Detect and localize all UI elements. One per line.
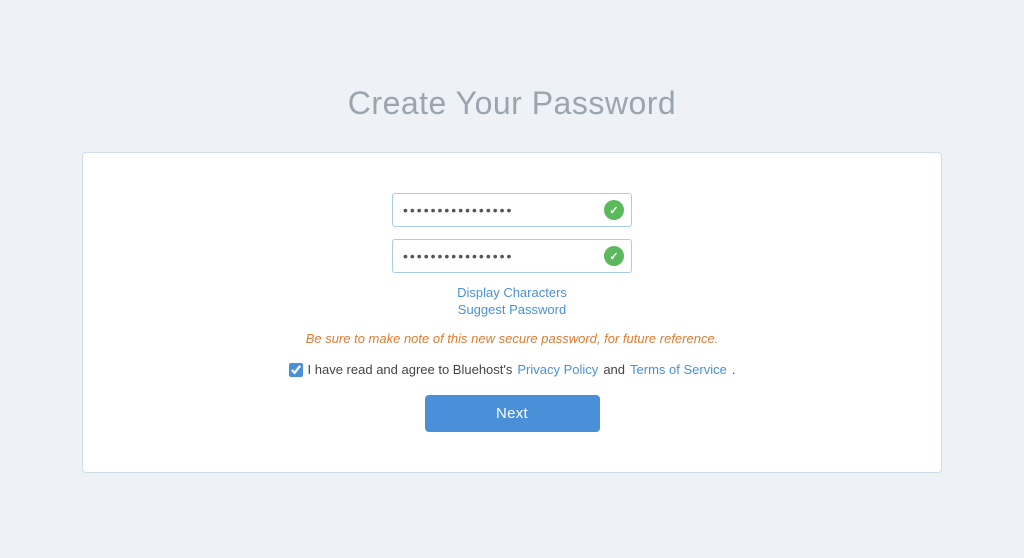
main-card: Display Characters Suggest Password Be s… xyxy=(82,152,942,473)
password-1-check-icon xyxy=(604,200,624,220)
password-2-check-icon xyxy=(604,246,624,266)
agreement-and-text: and xyxy=(603,362,625,377)
terms-of-service-link[interactable]: Terms of Service xyxy=(630,362,727,377)
agreement-prefix-text: I have read and agree to Bluehost's xyxy=(308,362,513,377)
password-input-2[interactable] xyxy=(392,239,632,273)
suggest-password-link[interactable]: Suggest Password xyxy=(458,302,566,317)
page-title: Create Your Password xyxy=(348,85,676,122)
password-input-1[interactable] xyxy=(392,193,632,227)
display-characters-link[interactable]: Display Characters xyxy=(457,285,567,300)
agreement-checkbox[interactable] xyxy=(289,363,303,377)
next-button[interactable]: Next xyxy=(425,395,600,432)
agreement-row: I have read and agree to Bluehost's Priv… xyxy=(289,362,736,377)
warning-message: Be sure to make note of this new secure … xyxy=(306,331,719,346)
agreement-suffix-text: . xyxy=(732,362,736,377)
privacy-policy-link[interactable]: Privacy Policy xyxy=(517,362,598,377)
password-field-1-group xyxy=(392,193,632,227)
password-field-2-group xyxy=(392,239,632,273)
password-links: Display Characters Suggest Password xyxy=(457,285,567,317)
